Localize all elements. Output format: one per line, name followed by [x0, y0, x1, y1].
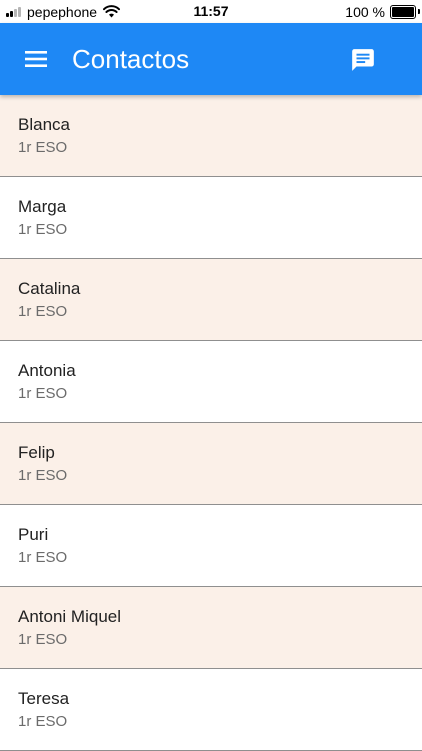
contact-name: Puri: [18, 525, 49, 544]
contact-item[interactable]: Antoni Miquel 1r ESO: [0, 587, 422, 669]
contact-course: 1r ESO: [18, 221, 68, 238]
contact-item[interactable]: Teresa 1r ESO: [0, 669, 422, 751]
contact-item[interactable]: Antonia 1r ESO: [0, 341, 422, 423]
contact-course: 1r ESO: [18, 139, 68, 156]
contact-name: Antonia: [18, 361, 76, 380]
battery-percentage: 100 %: [345, 3, 385, 20]
contact-course: 1r ESO: [18, 631, 68, 648]
status-right: 100 %: [345, 3, 420, 20]
contact-item[interactable]: Felip 1r ESO: [0, 423, 422, 505]
contact-item[interactable]: Catalina 1r ESO: [0, 259, 422, 341]
contact-course: 1r ESO: [18, 549, 68, 566]
battery-icon: [390, 4, 420, 19]
contact-course: 1r ESO: [18, 385, 68, 402]
chat-icon[interactable]: [350, 47, 376, 73]
status-bar: pepephone 11:57 100 %: [0, 0, 422, 23]
contact-item[interactable]: Blanca 1r ESO: [0, 95, 422, 177]
contact-name: Felip: [18, 443, 55, 462]
contact-course: 1r ESO: [18, 467, 68, 484]
app-bar: Contactos: [0, 23, 422, 95]
contact-list: Blanca 1r ESO Marga 1r ESO Catalina 1r E…: [0, 95, 422, 751]
contact-name: Teresa: [18, 689, 70, 708]
contact-course: 1r ESO: [18, 303, 68, 320]
page-title: Contactos: [72, 44, 190, 74]
contact-name: Marga: [18, 197, 67, 216]
contact-item[interactable]: Marga 1r ESO: [0, 177, 422, 259]
contact-name: Blanca: [18, 115, 70, 134]
contact-name: Catalina: [18, 279, 81, 298]
menu-icon[interactable]: [22, 48, 50, 70]
contact-item[interactable]: Puri 1r ESO: [0, 505, 422, 587]
contact-name: Antoni Miquel: [18, 607, 122, 626]
contact-course: 1r ESO: [18, 713, 68, 730]
